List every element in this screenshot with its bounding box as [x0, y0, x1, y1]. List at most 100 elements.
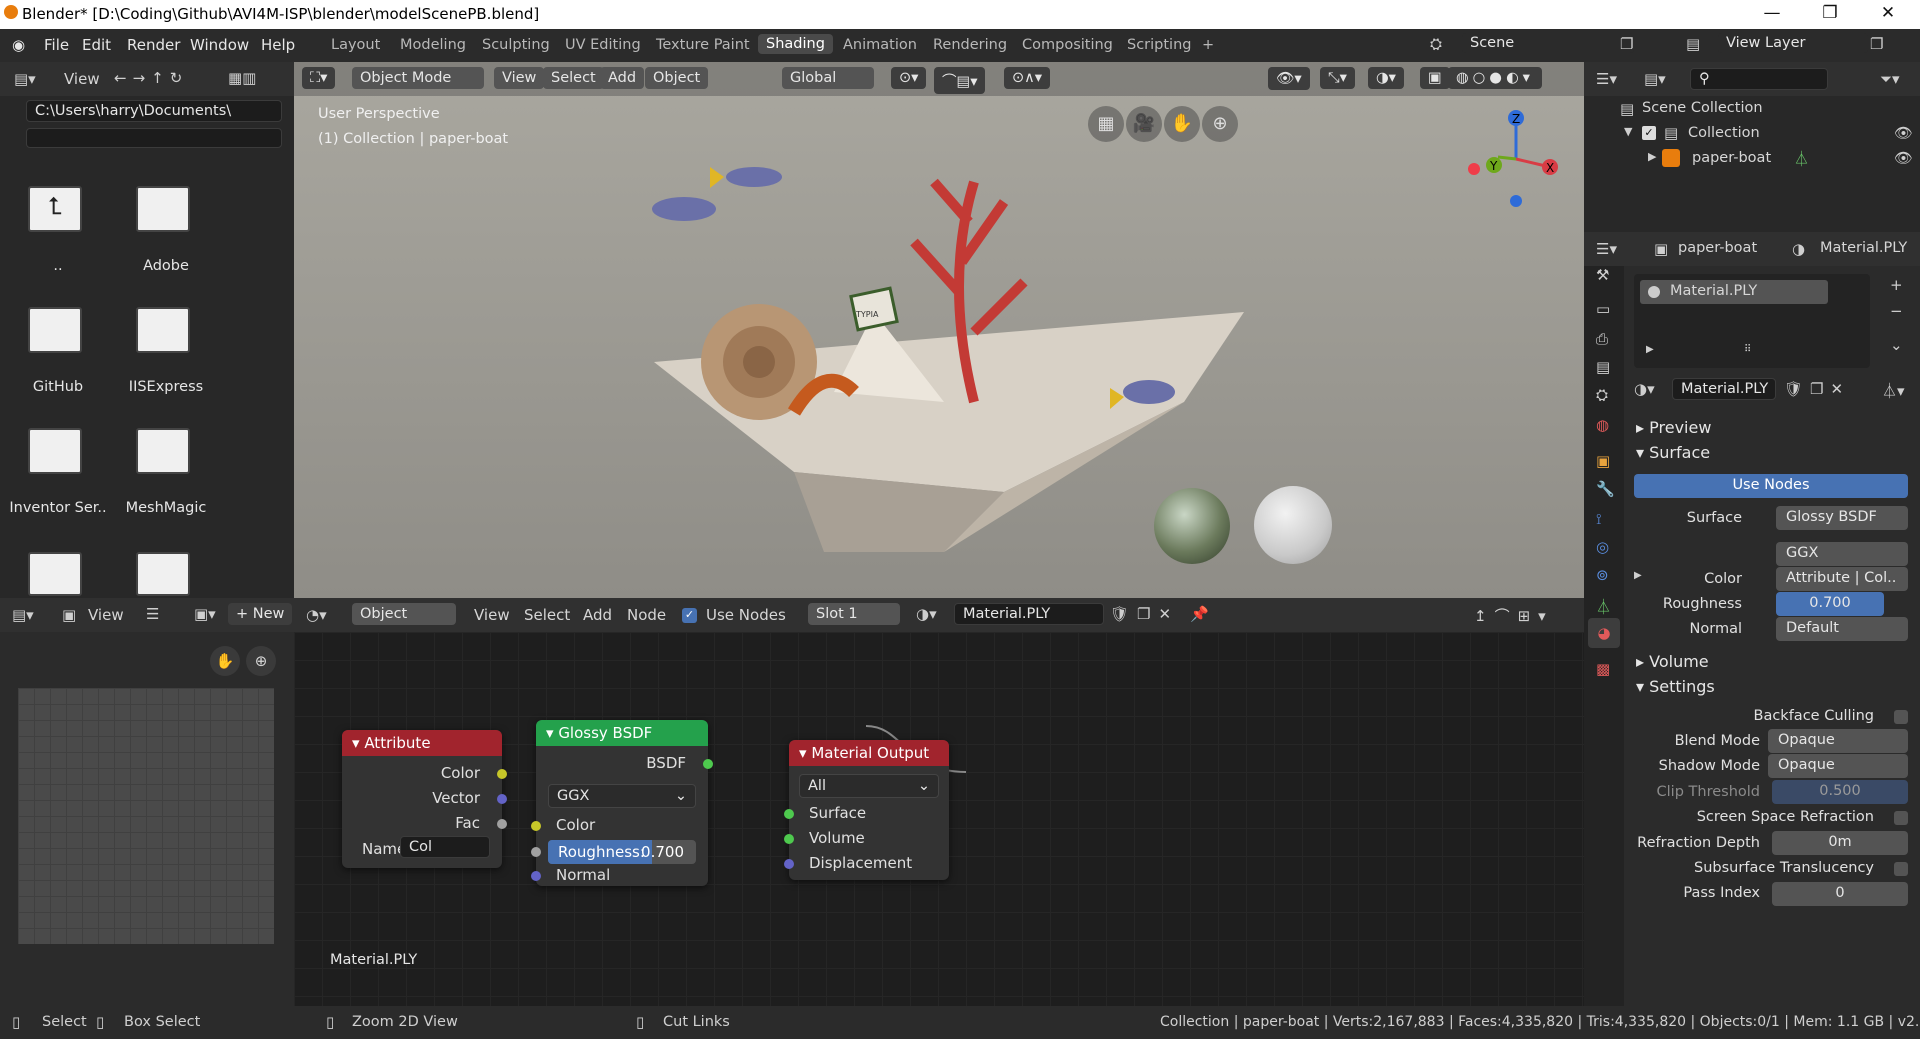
world-tab-icon[interactable]: ◍ — [1596, 416, 1609, 434]
display-mode-icon[interactable]: ▤▾ — [1644, 70, 1666, 88]
navigation-gizmo[interactable]: Z X Y — [1466, 102, 1566, 212]
menu-file[interactable]: File — [44, 36, 69, 54]
viewport-menu-add[interactable]: Add — [600, 67, 645, 89]
backface-culling-checkbox[interactable] — [1894, 710, 1908, 724]
menu-help[interactable]: Help — [261, 36, 295, 54]
mesh-data-icon[interactable]: ⏃ — [1794, 148, 1809, 169]
transform-orientation[interactable]: Global — [782, 67, 874, 89]
displacement-input-socket[interactable] — [784, 859, 794, 869]
material-tab-icon[interactable]: ◕ — [1588, 618, 1620, 648]
snap-icon[interactable]: ⌒▤▾ — [934, 67, 986, 94]
roughness-input-socket[interactable] — [531, 847, 541, 857]
output-target-dropdown[interactable]: All ⌄ — [799, 774, 939, 798]
filename-field[interactable] — [26, 128, 282, 148]
display-mode-icon[interactable]: ▦▥ — [228, 69, 256, 87]
glossy-bsdf-node[interactable]: ▾ Glossy BSDF BSDF GGX ⌄ Color Roughness:… — [531, 720, 713, 886]
tab-rendering[interactable]: Rendering — [933, 37, 1007, 53]
eye-icon[interactable]: 👁 — [1894, 149, 1913, 167]
editor-type-icon[interactable]: ⛶▾ — [302, 67, 336, 89]
new-view-layer-icon[interactable]: ❐ — [1870, 35, 1883, 53]
slot-menu-chevron-icon[interactable]: ⌄ — [1890, 336, 1903, 354]
color-input-socket[interactable] — [531, 821, 541, 831]
resize-handle-icon[interactable]: ⠿ — [1744, 344, 1751, 355]
view-layer-icon[interactable]: ▤ — [1686, 35, 1700, 53]
expand-arrow-icon[interactable]: ▶ — [1648, 150, 1656, 163]
material-output-node[interactable]: ▾ Material Output All ⌄ Surface Volume Di… — [784, 740, 949, 880]
distribution-dropdown[interactable]: GGX — [1776, 542, 1908, 566]
material-slot-item[interactable]: Material.PLY — [1640, 280, 1828, 304]
node-filter-icon[interactable]: ⏃▾ — [1882, 380, 1905, 401]
image-view-menu[interactable]: View — [88, 606, 124, 624]
scene-icon[interactable]: ⛭ — [1430, 35, 1442, 53]
editor-type-icon[interactable]: ☰▾ — [1596, 70, 1617, 88]
blend-mode-dropdown[interactable]: Opaque — [1768, 729, 1908, 753]
folder-icon[interactable] — [136, 307, 190, 353]
perspective-toggle-icon[interactable]: ▦ — [1088, 106, 1124, 142]
outliner-search-input[interactable]: ⚲ — [1690, 68, 1828, 90]
path-field[interactable]: C:\Users\harry\Documents\ — [26, 100, 282, 122]
folder-icon[interactable] — [28, 552, 82, 596]
material-actions-icons[interactable]: 🛡❐✕ — [1784, 380, 1850, 398]
surface-section[interactable]: ▾ Surface — [1636, 443, 1710, 462]
tab-shading[interactable]: Shading — [758, 34, 833, 54]
blender-menu-icon[interactable]: ◉ — [12, 36, 25, 54]
tool-tab-icon[interactable]: ⚒ — [1596, 266, 1609, 284]
mode-selector[interactable]: Object Mode — [352, 67, 484, 89]
proportional-edit-icon[interactable]: ⊙∧▾ — [1004, 67, 1051, 89]
zoom-icon[interactable]: ⊕ — [246, 646, 276, 676]
object-tab-icon[interactable]: ▣ — [1596, 452, 1610, 470]
clip-threshold-slider[interactable]: 0.500 — [1772, 780, 1908, 804]
hamburger-menu-icon[interactable]: ☰ — [146, 605, 159, 623]
xray-icon[interactable]: ▣ — [1420, 67, 1450, 89]
folder-icon[interactable] — [28, 428, 82, 474]
view-layer-selector[interactable]: View Layer — [1718, 33, 1868, 53]
folder-icon[interactable] — [136, 428, 190, 474]
pan-hand-icon[interactable]: ✋ — [210, 646, 240, 676]
bsdf-output-socket[interactable] — [703, 759, 713, 769]
close-button[interactable]: ✕ — [1868, 3, 1908, 23]
scene-selector[interactable]: Scene — [1462, 33, 1634, 53]
maximize-button[interactable]: ❐ — [1810, 3, 1850, 23]
volume-input-socket[interactable] — [784, 834, 794, 844]
eye-icon[interactable]: 👁 — [1894, 124, 1913, 142]
filter-icon[interactable]: ⏷▾ — [1880, 70, 1900, 88]
gizmo-icon[interactable]: ⤡▾ — [1320, 67, 1355, 89]
normal-input-field[interactable]: Default — [1776, 617, 1908, 641]
visibility-icon[interactable]: 👁▾ — [1268, 67, 1310, 90]
pan-hand-icon[interactable]: ✋ — [1164, 106, 1200, 142]
viewport-menu-select[interactable]: Select — [543, 67, 604, 89]
image-browse-icon[interactable]: ▣▾ — [194, 605, 216, 623]
settings-section[interactable]: ▾ Settings — [1636, 677, 1715, 696]
tab-scripting[interactable]: Scripting — [1127, 37, 1191, 53]
pivot-icon[interactable]: ⊙▾ — [891, 67, 927, 89]
screen-space-refraction-checkbox[interactable] — [1894, 811, 1908, 825]
folder-icon[interactable] — [28, 307, 82, 353]
material-slot-list[interactable]: Material.PLY ▶ ⠿ — [1634, 274, 1870, 368]
file-view-menu[interactable]: View — [64, 70, 100, 88]
camera-view-icon[interactable]: 🎥 — [1126, 106, 1162, 142]
distribution-dropdown[interactable]: GGX ⌄ — [548, 784, 696, 808]
normal-input-socket[interactable] — [531, 871, 541, 881]
zoom-icon[interactable]: ⊕ — [1202, 106, 1238, 142]
remove-slot-icon[interactable]: − — [1890, 302, 1903, 320]
attribute-node[interactable]: ▾ Attribute Color Vector Fac Name Col — [342, 730, 507, 868]
viewport-menu-object[interactable]: Object — [645, 67, 709, 89]
roughness-slider[interactable]: Roughness: 0.700 — [548, 840, 696, 864]
minimize-button[interactable]: — — [1752, 3, 1792, 23]
add-workspace-button[interactable]: + — [1202, 37, 1214, 53]
constraints-tab-icon[interactable]: ⊚ — [1596, 566, 1609, 584]
overlays-icon[interactable]: ◑▾ — [1368, 67, 1404, 89]
expand-arrow-icon[interactable]: ▼ — [1624, 125, 1632, 138]
collection-label[interactable]: Collection — [1688, 125, 1760, 141]
3d-viewport[interactable]: ⛶▾ Object Mode View Select Add Object Gl… — [294, 62, 1584, 598]
attribute-name-field[interactable]: Col — [400, 836, 490, 858]
new-image-button[interactable]: + New — [228, 603, 293, 625]
attribute-node-header[interactable]: ▾ Attribute — [342, 730, 502, 756]
tab-sculpting[interactable]: Sculpting — [482, 37, 550, 53]
color-output-socket[interactable] — [497, 769, 507, 779]
preview-section[interactable]: ▸ Preview — [1636, 418, 1711, 437]
pass-index-field[interactable]: 0 — [1772, 882, 1908, 906]
shading-mode-icons[interactable]: ◍○●◐▾ — [1448, 67, 1542, 89]
texture-tab-icon[interactable]: ▩ — [1596, 660, 1610, 678]
tab-animation[interactable]: Animation — [843, 37, 917, 53]
